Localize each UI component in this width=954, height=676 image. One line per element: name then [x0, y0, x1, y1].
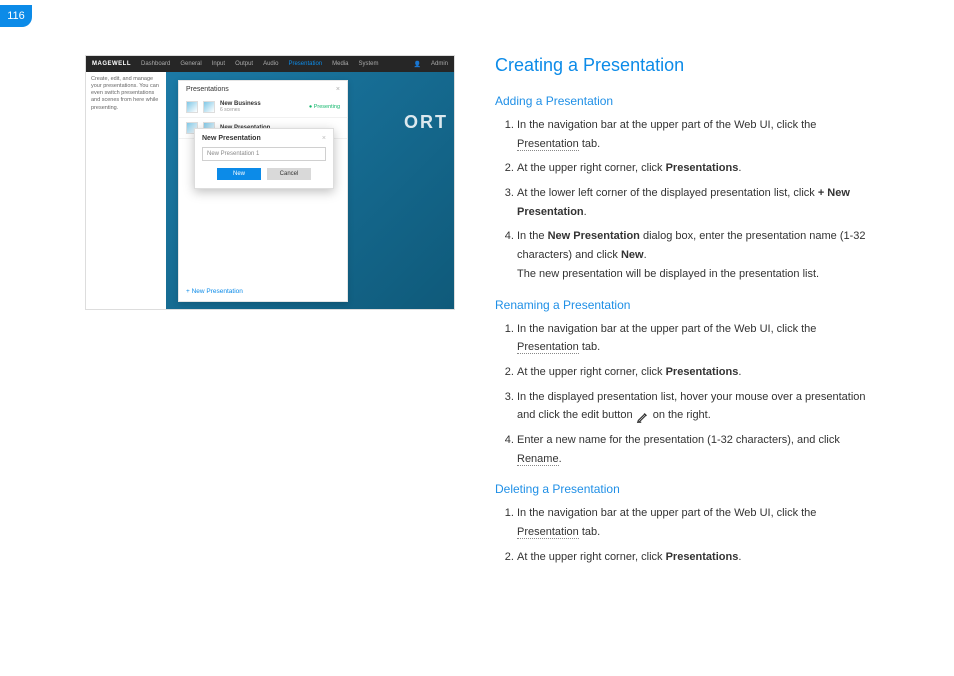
app-sidebar: Create, edit, and manage your presentati… [86, 72, 166, 309]
nav-presentation[interactable]: Presentation [288, 61, 322, 67]
nav-dashboard[interactable]: Dashboard [141, 61, 170, 67]
section-heading: Deleting a Presentation [495, 482, 875, 496]
step-item: In the New Presentation dialog box, ente… [517, 227, 875, 283]
nav-audio[interactable]: Audio [263, 61, 278, 67]
user-name[interactable]: Admin [431, 61, 448, 67]
nav-general[interactable]: General [180, 61, 201, 67]
screenshot-column: MAGEWELL Dashboard General Input Output … [85, 55, 455, 572]
preview-text: ORT [404, 112, 454, 133]
panel-header: Presentations × [179, 81, 347, 97]
presentation-name-input[interactable]: New Presentation 1 [202, 147, 326, 161]
step-item: In the displayed presentation list, hove… [517, 388, 875, 425]
step-item: Enter a new name for the presentation (1… [517, 431, 875, 468]
step-item: At the upper right corner, click Present… [517, 548, 875, 567]
embedded-screenshot: MAGEWELL Dashboard General Input Output … [85, 55, 455, 310]
page-content: MAGEWELL Dashboard General Input Output … [0, 0, 954, 592]
presentation-row[interactable]: New Business 6 scenes ● Presenting [179, 97, 347, 118]
doc-column: Creating a Presentation Adding a Present… [495, 55, 875, 572]
presentation-thumb [203, 101, 215, 113]
app-navbar: MAGEWELL Dashboard General Input Output … [86, 56, 454, 72]
step-item: In the navigation bar at the upper part … [517, 320, 875, 357]
steps-list: In the navigation bar at the upper part … [495, 320, 875, 469]
new-presentation-dialog: New Presentation × New Presentation 1 Ne… [194, 128, 334, 189]
dialog-title: New Presentation [202, 135, 261, 142]
panel-title: Presentations [186, 86, 229, 93]
step-item: At the upper right corner, click Present… [517, 363, 875, 382]
new-button[interactable]: New [217, 168, 261, 180]
section-heading: Renaming a Presentation [495, 298, 875, 312]
nav-media[interactable]: Media [332, 61, 348, 67]
nav-system[interactable]: System [359, 61, 379, 67]
step-item: In the navigation bar at the upper part … [517, 116, 875, 153]
cancel-button[interactable]: Cancel [267, 168, 311, 180]
nav-input[interactable]: Input [212, 61, 225, 67]
brand-logo: MAGEWELL [92, 61, 131, 67]
page-number-badge: 116 [0, 5, 32, 27]
close-icon[interactable]: × [322, 135, 326, 142]
nav-output[interactable]: Output [235, 61, 253, 67]
presentation-thumb [186, 101, 198, 113]
pencil-icon [636, 410, 650, 424]
page-title: Creating a Presentation [495, 55, 875, 76]
presenting-badge: ● Presenting [309, 104, 340, 110]
presentation-scenes: 6 scenes [220, 107, 261, 113]
close-icon[interactable]: × [336, 86, 340, 93]
steps-list: In the navigation bar at the upper part … [495, 116, 875, 284]
step-item: At the lower left corner of the displaye… [517, 184, 875, 221]
new-presentation-link[interactable]: + New Presentation [186, 288, 243, 295]
doc-body: Adding a Presentation In the navigation b… [495, 94, 875, 566]
steps-list: In the navigation bar at the upper part … [495, 504, 875, 566]
user-icon[interactable]: 👤 [414, 61, 421, 68]
section-heading: Adding a Presentation [495, 94, 875, 108]
step-item: At the upper right corner, click Present… [517, 159, 875, 178]
presentations-panel: Presentations × New Business 6 scenes ● … [178, 80, 348, 302]
step-item: In the navigation bar at the upper part … [517, 504, 875, 541]
